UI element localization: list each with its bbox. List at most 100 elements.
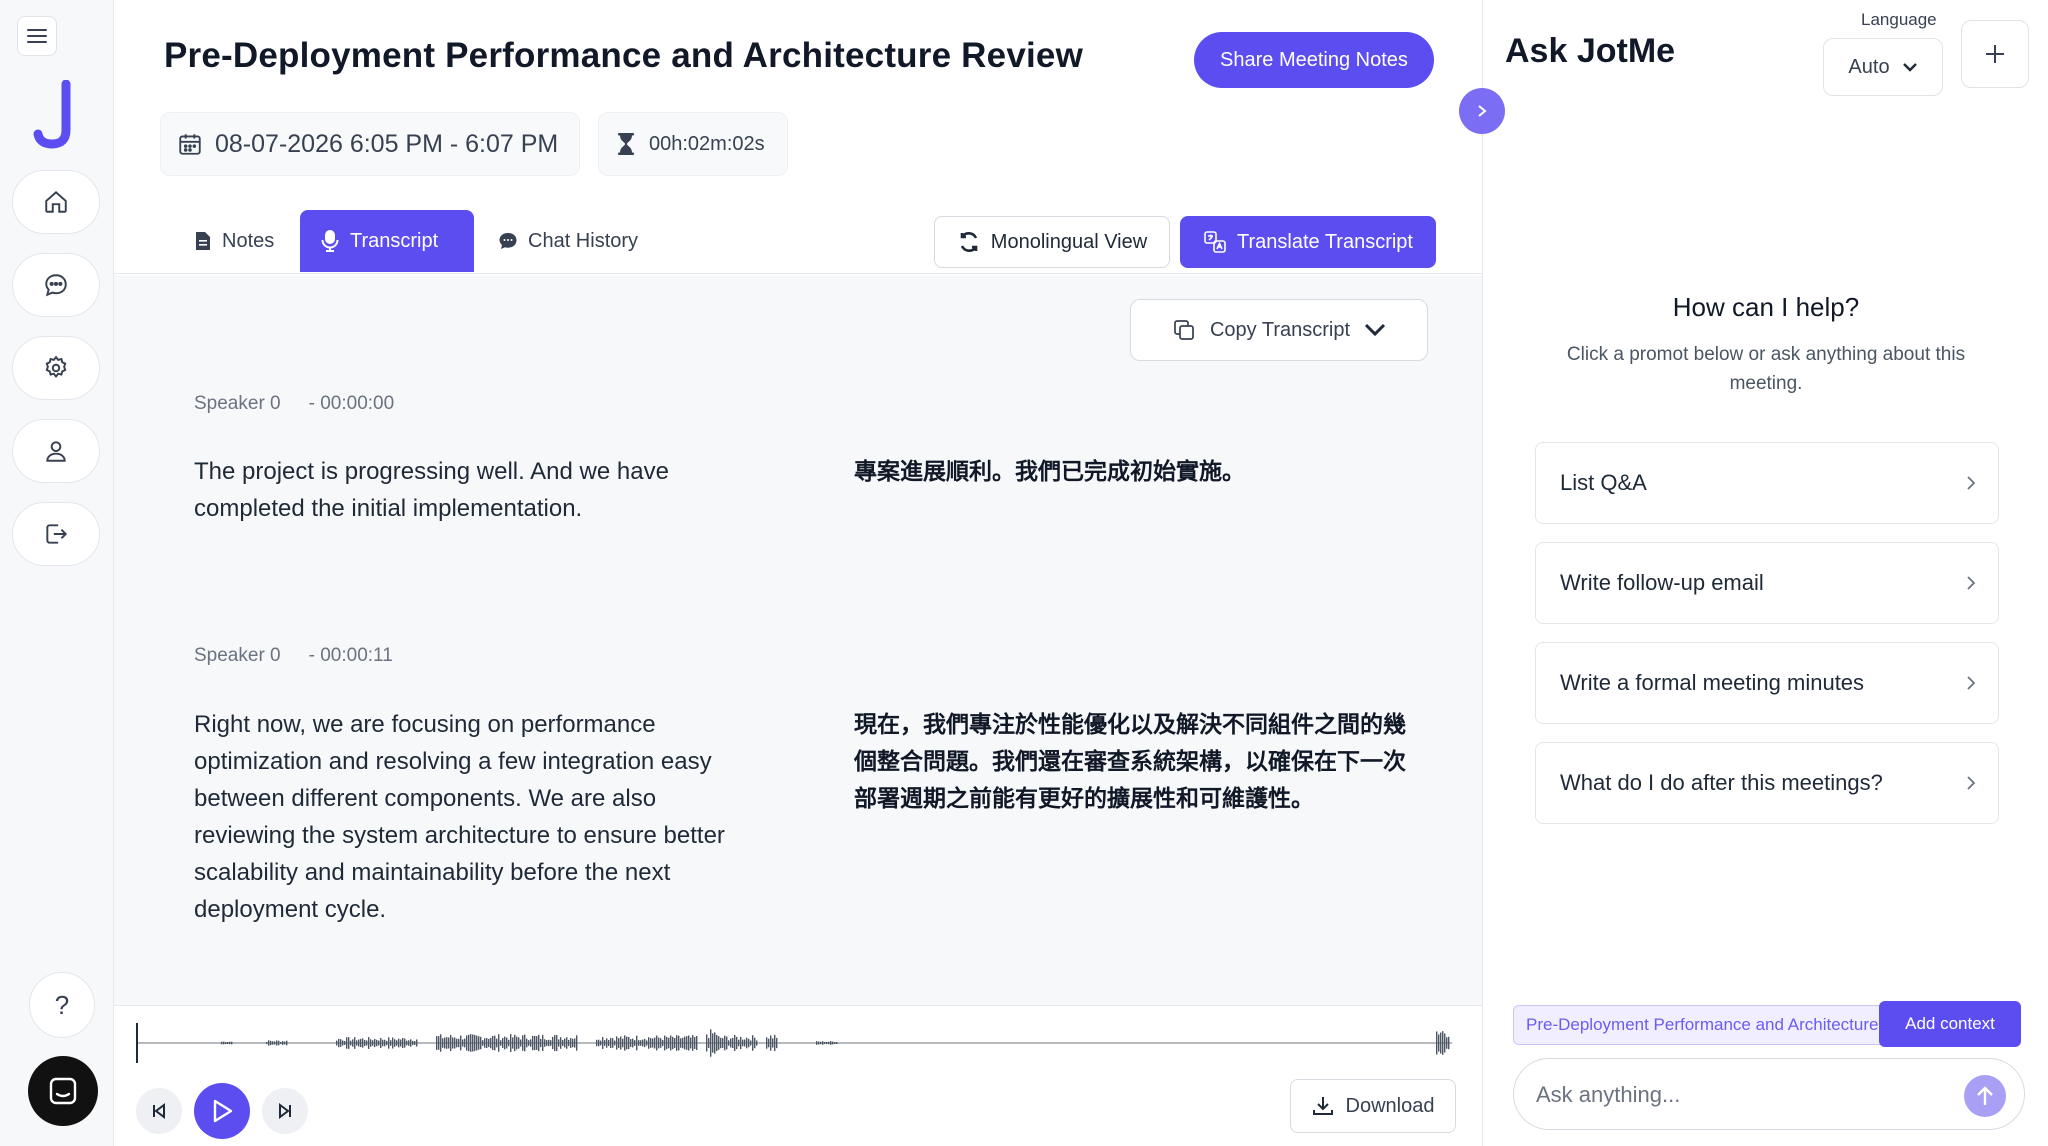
chat-nav-button[interactable] [12, 253, 100, 317]
waveform-bar [576, 1035, 578, 1051]
page-title: Pre-Deployment Performance and Architect… [164, 36, 1083, 75]
waveform-bar [612, 1038, 614, 1048]
waveform-bar [490, 1037, 492, 1049]
message-icon [45, 274, 67, 297]
waveform-bar [444, 1037, 446, 1049]
waveform-bar [598, 1039, 600, 1047]
waveform-bar [738, 1039, 740, 1047]
waveform-bar [740, 1036, 742, 1050]
waveform-bar [358, 1039, 360, 1047]
waveform-bar [372, 1040, 374, 1046]
monolingual-view-label: Monolingual View [990, 230, 1148, 253]
playhead[interactable] [136, 1023, 138, 1063]
waveform-bar [820, 1041, 822, 1045]
prompt-next-steps[interactable]: What do I do after this meetings? [1535, 742, 1999, 824]
gear-icon [45, 355, 67, 379]
translate-icon [1204, 231, 1226, 253]
waveform-bar [566, 1037, 568, 1049]
waveform-bar [338, 1038, 340, 1048]
menu-toggle-button[interactable] [17, 16, 57, 56]
waveform-bar [646, 1040, 648, 1046]
segment-meta: Speaker 0 - 00:00:11 [194, 645, 393, 667]
logout-nav-button[interactable] [12, 502, 100, 566]
waveform-bar [454, 1037, 456, 1049]
waveform-bar [562, 1039, 564, 1047]
chevron-down-icon [1364, 323, 1386, 337]
waveform-bar [710, 1029, 712, 1057]
skip-back-button[interactable] [136, 1088, 182, 1134]
waveform-bar [286, 1040, 288, 1046]
waveform-bar [270, 1040, 272, 1046]
home-nav-button[interactable] [12, 170, 100, 234]
waveform-bar [1440, 1032, 1442, 1054]
waveform-bar [392, 1037, 394, 1049]
waveform-bar [510, 1034, 512, 1052]
waveform-bar [708, 1038, 710, 1048]
jotme-logo[interactable] [32, 79, 82, 150]
waveform-bar [772, 1038, 774, 1048]
monolingual-view-button[interactable]: Monolingual View [934, 216, 1170, 268]
waveform-bar [730, 1038, 732, 1048]
share-meeting-notes-button[interactable]: Share Meeting Notes [1194, 32, 1434, 88]
waveform-bar [362, 1038, 364, 1048]
waveform-bar [484, 1038, 486, 1048]
waveform-bar [460, 1035, 462, 1051]
context-chip[interactable]: Pre-Deployment Performance and Architect… [1513, 1005, 1913, 1045]
waveform-bar [638, 1040, 640, 1046]
waveform-bar [524, 1034, 526, 1052]
prompt-meeting-minutes[interactable]: Write a formal meeting minutes [1535, 642, 1999, 724]
waveform-bar [274, 1041, 276, 1045]
waveform-bar [558, 1039, 560, 1047]
waveform-bar [354, 1037, 356, 1049]
segment-timestamp: - 00:00:11 [308, 645, 393, 666]
tab-transcript[interactable]: Transcript [300, 210, 474, 272]
waveform-bar [832, 1041, 834, 1045]
waveform-bar [390, 1040, 392, 1046]
support-chat-button[interactable] [28, 1056, 98, 1126]
copy-icon [1174, 320, 1194, 340]
transcript-area: Copy Transcript Speaker 0 - 00:00:00 The … [114, 275, 1482, 1005]
context-row: Pre-Deployment Performance and Architect… [1513, 1001, 2035, 1047]
copy-transcript-button[interactable]: Copy Transcript [1130, 299, 1428, 361]
waveform-bar [766, 1037, 768, 1049]
waveform-bar [221, 1041, 223, 1045]
play-button[interactable] [194, 1083, 250, 1139]
collapse-panel-toggle[interactable] [1459, 88, 1505, 134]
prompt-list-qa[interactable]: List Q&A [1535, 442, 1999, 524]
waveform-bar [408, 1040, 410, 1046]
waveform-bar [480, 1036, 482, 1050]
language-select[interactable]: Auto [1823, 38, 1943, 96]
help-button[interactable]: ? [29, 972, 95, 1038]
prompt-label: Write follow-up email [1560, 570, 1764, 595]
send-button[interactable] [1964, 1075, 2006, 1117]
waveform-bar [690, 1037, 692, 1049]
skip-forward-button[interactable] [262, 1088, 308, 1134]
prompt-follow-up-email[interactable]: Write follow-up email [1535, 542, 1999, 624]
waveform-bar [268, 1040, 270, 1046]
chevron-right-icon [1967, 676, 1976, 690]
settings-nav-button[interactable] [12, 336, 100, 400]
tab-chat-history[interactable]: Chat History [478, 210, 658, 272]
waveform-bar [716, 1036, 718, 1050]
tab-notes[interactable]: Notes [174, 210, 294, 272]
add-context-button[interactable]: Add context [1879, 1001, 2021, 1047]
waveform-bar [606, 1038, 608, 1048]
waveform-bar [618, 1038, 620, 1048]
meeting-datetime-text: 08-07-2026 6:05 PM - 6:07 PM [215, 129, 559, 158]
waveform-bar [822, 1041, 824, 1045]
waveform-bar [824, 1042, 826, 1044]
download-button[interactable]: Download [1290, 1079, 1456, 1133]
waveform-bar [732, 1037, 734, 1049]
audio-waveform[interactable] [136, 1020, 1452, 1066]
profile-nav-button[interactable] [12, 419, 100, 483]
translate-transcript-button[interactable]: Translate Transcript [1180, 216, 1436, 268]
waveform-bar [494, 1035, 496, 1051]
tabs-row: Notes Transcript Chat History Monolingua… [114, 210, 1482, 274]
audio-player: Download [114, 1005, 1482, 1146]
waveform-bar [280, 1041, 282, 1045]
new-chat-button[interactable] [1961, 20, 2029, 88]
waveform-bar [688, 1035, 690, 1051]
waveform-bar [742, 1039, 744, 1047]
waveform-bar [1436, 1031, 1438, 1055]
ask-input[interactable] [1536, 1073, 1936, 1117]
